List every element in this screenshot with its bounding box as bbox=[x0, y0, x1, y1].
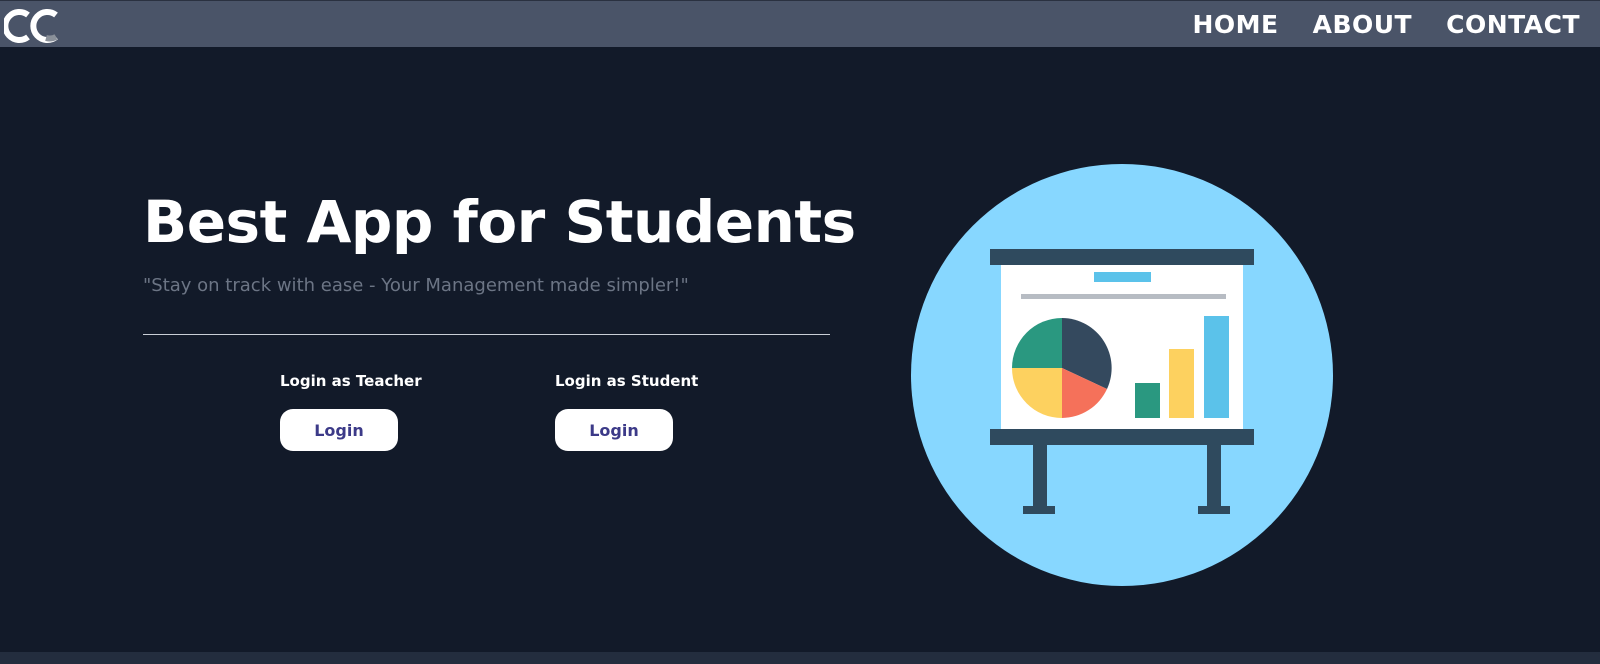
nav-home-link[interactable]: HOME bbox=[1192, 10, 1278, 39]
student-login-label: Login as Student bbox=[555, 372, 699, 390]
board-text-line bbox=[1021, 294, 1226, 299]
teacher-login-button[interactable]: Login bbox=[280, 409, 398, 451]
navbar: HOME ABOUT CONTACT bbox=[0, 0, 1600, 47]
bar-yellow bbox=[1169, 349, 1194, 418]
nav-contact-link[interactable]: CONTACT bbox=[1446, 10, 1580, 39]
presentation-board-icon bbox=[911, 164, 1333, 586]
board-left-leg bbox=[1033, 445, 1047, 511]
board-right-leg bbox=[1207, 445, 1221, 511]
teacher-login-label: Login as Teacher bbox=[280, 372, 422, 390]
bar-green bbox=[1135, 383, 1160, 418]
hero-divider bbox=[143, 334, 830, 335]
board-right-foot bbox=[1198, 506, 1230, 514]
hero-subtitle: "Stay on track with ease - Your Manageme… bbox=[143, 275, 689, 296]
pie-chart-icon bbox=[1012, 318, 1112, 418]
board-label-bar bbox=[1094, 272, 1151, 282]
nav-about-link[interactable]: ABOUT bbox=[1313, 10, 1413, 39]
cc-logo[interactable] bbox=[4, 5, 66, 45]
board-bottom-bar bbox=[990, 429, 1254, 445]
nav-links: HOME ABOUT CONTACT bbox=[1192, 1, 1580, 48]
teacher-login-group: Login as Teacher Login bbox=[280, 372, 422, 451]
landing-page: HOME ABOUT CONTACT Best App for Students… bbox=[0, 0, 1600, 664]
bar-blue bbox=[1204, 316, 1229, 418]
hero-title: Best App for Students bbox=[143, 188, 856, 256]
student-login-group: Login as Student Login bbox=[555, 372, 698, 451]
student-login-button[interactable]: Login bbox=[555, 409, 673, 451]
board-top-bar bbox=[990, 249, 1254, 265]
footer-strip bbox=[0, 652, 1600, 664]
board-left-foot bbox=[1023, 506, 1055, 514]
